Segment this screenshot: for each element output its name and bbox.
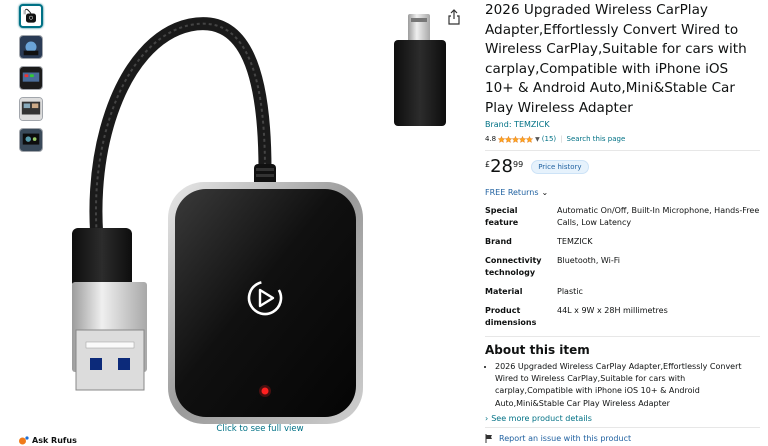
star-icon [505,135,513,143]
thumbnail-2[interactable] [19,35,43,59]
spec-row: Product dimensions 44L x 9W x 28H millime… [485,305,760,336]
main-product-image[interactable] [60,0,460,425]
price-history-button[interactable]: Price history [531,160,589,174]
report-issue-label: Report an issue with this product [499,433,632,443]
spec-key: Special feature [485,206,519,227]
ask-rufus-button[interactable]: Ask Rufus [19,436,77,445]
thumbnail-1[interactable] [19,4,43,28]
thumbnail-5[interactable] [19,128,43,152]
chevron-down-icon: ⌄ [541,188,549,197]
thumbnail-strip [19,4,45,159]
spec-key: Product dimensions [485,306,537,327]
price-row: £ 28 99 Price history [485,157,760,177]
spec-value: Plastic [557,287,583,296]
price: £ 28 99 [485,158,523,176]
see-more-details-link[interactable]: › See more product details [485,414,760,423]
spec-key: Connectivity technology [485,256,542,277]
star-icon [498,135,506,143]
share-icon[interactable] [447,9,461,25]
divider [485,150,760,151]
thumbnail-4[interactable] [19,97,43,121]
divider [485,426,760,428]
chevron-right-icon: › [485,413,489,423]
price-whole: 28 [490,156,513,177]
spec-key: Brand [485,237,512,246]
about-bullets: 2026 Upgraded Wireless CarPlay Adapter,E… [485,361,760,410]
see-full-view-link[interactable]: Click to see full view [200,424,320,434]
about-bullet: 2026 Upgraded Wireless CarPlay Adapter,E… [495,361,760,410]
spec-row: Special feature Automatic On/Off, Built-I… [485,205,760,236]
specs-table: Special feature Automatic On/Off, Built-I… [485,205,760,336]
about-title: About this item [485,343,590,357]
search-this-page-link[interactable]: Search this page [567,135,626,143]
spec-row: Material Plastic [485,286,760,305]
spec-value: 44L x 9W x 28H millimetres [557,306,668,315]
rating-number: 4.8 [485,135,497,143]
spec-row: Connectivity technology Bluetooth, Wi-Fi [485,255,760,286]
brand-link[interactable]: Brand: TEMZICK [485,120,760,129]
divider [485,336,760,337]
star-icon [526,135,534,143]
rating-count-link[interactable]: (15) [542,135,556,143]
star-rating[interactable] [498,135,534,143]
thumbnail-3[interactable] [19,66,43,90]
ask-rufus-label: Ask Rufus [32,436,77,445]
rufus-icon [19,436,29,445]
free-returns-link[interactable]: FREE Returns ⌄ [485,188,760,197]
product-title: 2026 Upgraded Wireless CarPlay Adapter,E… [485,2,747,116]
spec-key: Material [485,287,523,296]
report-issue-link[interactable]: Report an issue with this product [485,433,760,443]
product-details: 2026 Upgraded Wireless CarPlay Adapter,E… [485,0,760,443]
see-more-label: See more product details [491,413,592,423]
chevron-down-icon[interactable]: ▼ [535,136,540,143]
star-icon [519,135,527,143]
spec-value: TEMZICK [557,237,593,246]
price-fraction: 99 [513,160,524,169]
rating-row: 4.8 ▼ (15) | Search this page [485,134,760,144]
separator: | [560,135,563,143]
free-returns-label: FREE Returns [485,188,539,197]
spec-row: Brand TEMZICK [485,236,760,255]
flag-icon [485,433,492,443]
star-icon [512,135,520,143]
spec-value: Automatic On/Off, Built-In Microphone, H… [557,206,760,227]
spec-value: Bluetooth, Wi-Fi [557,256,621,265]
